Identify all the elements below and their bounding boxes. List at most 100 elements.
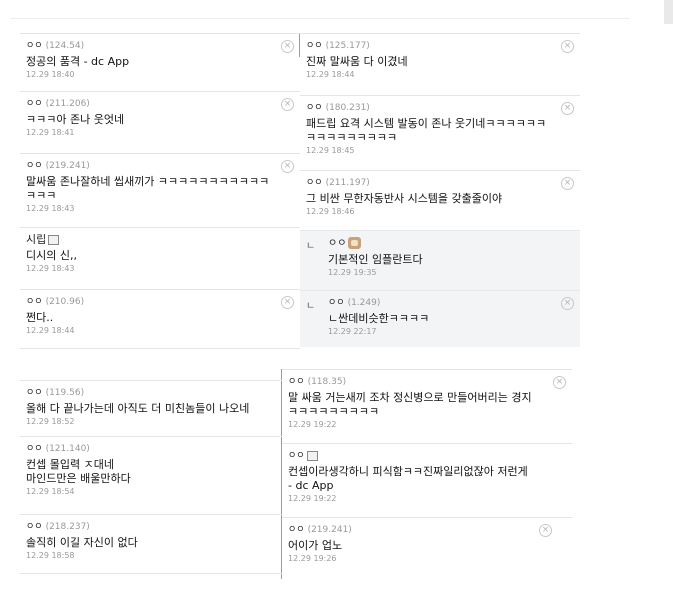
comment-author[interactable]: ㅇㅇ (26, 522, 43, 532)
comment-text: 기본적인 임플란트다 (328, 253, 423, 266)
comment-date: 12.29 18:43 (26, 204, 75, 213)
delete-comment-icon[interactable]: × (281, 160, 294, 173)
comment-text: 말 싸움 거는새끼 조차 정신병으로 만들어버리는 경지 ㅋㅋㅋㅋㅋㅋㅋㅋㅋ (288, 391, 532, 418)
comment-item: ㅇㅇ (219.241) 어이가 업노 12.29 19:26 × (282, 517, 572, 579)
comment-date: 12.29 19:22 (288, 420, 337, 429)
comment-text: 쩐다.. (26, 311, 54, 324)
comment-text: 올해 다 끝나가는데 아직도 더 미친놈들이 나오네 (26, 402, 250, 415)
comment-header: ㅇㅇ (124.54) (26, 40, 292, 52)
comment-ip: (124.54) (45, 41, 85, 51)
comment-text: ㄴ싼데비슷한ㅋㅋㅋㅋ (328, 312, 430, 325)
comment-text: 패드립 요격 시스템 발동이 존나 웃기네ㅋㅋㅋㅋㅋㅋ ㅋㅋㅋㅋㅋㅋㅋㅋㅋ (306, 117, 547, 144)
comment-author[interactable]: ㅇㅇ (306, 41, 323, 51)
comment-text: 정공의 품격 - dc App (26, 55, 130, 68)
comment-header: ㅇㅇ (210.96) (26, 296, 292, 308)
delete-comment-icon[interactable]: × (281, 296, 294, 309)
comment-header: ㅇㅇ (211.206) (26, 98, 292, 110)
comment-author[interactable]: ㅇㅇ (26, 388, 43, 398)
comment-date: 12.29 18:40 (26, 70, 75, 79)
comment-header: ㅇㅇ (328, 237, 572, 250)
reply-item: ㄴ ㅇㅇ (1.249) ㄴ싼데비슷한ㅋㅋㅋㅋ 12.29 22:17 × (300, 290, 580, 347)
reply-item: ㄴ ㅇㅇ 기본적인 임플란트다 12.29 19:35 (300, 230, 580, 290)
comment-author[interactable]: ㅇㅇ (306, 103, 323, 113)
comment-author[interactable]: ㅇㅇ (26, 161, 43, 171)
comment-header: ㅇㅇ (119.56) (26, 387, 274, 399)
comment-ip: (118.35) (307, 377, 347, 387)
comment-ip: (125.177) (325, 41, 370, 51)
comment-text: 진짜 말싸움 다 이겼네 (306, 55, 408, 68)
comment-text: 어이가 업노 (288, 539, 343, 552)
comment-header: ㅇㅇ (1.249) (328, 297, 572, 309)
comment-text: 그 비싼 무한자동반사 시스템을 갖출줄이야 (306, 192, 503, 205)
comment-header: ㅇㅇ (180.231) (306, 102, 572, 114)
comment-text: 디시의 신,, (26, 249, 77, 262)
comment-date: 12.29 18:44 (306, 70, 355, 79)
comment-date: 12.29 18:45 (306, 146, 355, 155)
comment-item: ㅇㅇ (119.56) 올해 다 끝나가는데 아직도 더 미친놈들이 나오네 12… (20, 380, 282, 436)
comment-author[interactable]: 시립 (26, 233, 46, 246)
comment-author[interactable]: ㅇㅇ (288, 451, 305, 461)
comment-item: ㅇㅇ (121.140) 컨셉 몰입력 ㅈ대네 마인드만은 배울만하다 12.29… (20, 436, 282, 514)
top-border (10, 18, 630, 19)
comment-item: ㅇㅇ (180.231) 패드립 요격 시스템 발동이 존나 웃기네ㅋㅋㅋㅋㅋㅋ … (300, 95, 580, 170)
delete-comment-icon[interactable]: × (539, 524, 552, 537)
comment-ip: (211.197) (325, 178, 370, 188)
delete-comment-icon[interactable]: × (561, 297, 574, 310)
comment-author[interactable]: ㅇㅇ (26, 297, 43, 307)
comment-item: 시립 디시의 신,, 12.29 18:43 (20, 227, 300, 289)
comment-author[interactable]: ㅇㅇ (26, 444, 43, 454)
delete-comment-icon[interactable]: × (561, 177, 574, 190)
delete-comment-icon[interactable]: × (561, 40, 574, 53)
comment-author[interactable]: ㅇㅇ (306, 178, 323, 188)
comment-date: 12.29 18:44 (26, 326, 75, 335)
comment-ip: (219.241) (45, 161, 90, 171)
dog-avatar-icon (348, 237, 362, 249)
comment-item: ㅇㅇ (219.241) 말싸움 존나잘하네 씹새끼가 ㅋㅋㅋㅋㅋㅋㅋㅋㅋㅋㅋ ㅋ… (20, 153, 300, 227)
comment-header: ㅇㅇ (218.237) (26, 521, 274, 533)
comment-date: 12.29 19:22 (288, 494, 337, 503)
comment-text: ㅋㅋㅋ아 존나 웃엇네 (26, 113, 125, 126)
comment-header: ㅇㅇ (121.140) (26, 443, 274, 455)
comment-item: ㅇㅇ (211.206) ㅋㅋㅋ아 존나 웃엇네 12.29 18:41 × (20, 91, 300, 153)
comment-author[interactable]: ㅇㅇ (288, 377, 305, 387)
comment-author[interactable]: ㅇㅇ (328, 298, 345, 308)
comment-date: 12.29 18:43 (26, 264, 75, 273)
comment-author[interactable]: ㅇㅇ (288, 525, 305, 535)
comment-date: 12.29 18:58 (26, 551, 75, 560)
comment-header: ㅇㅇ (219.241) (288, 524, 564, 536)
comment-ip: (218.237) (45, 522, 90, 532)
comment-header: ㅇㅇ (211.197) (306, 177, 572, 189)
memo-icon (48, 235, 60, 245)
comment-author[interactable]: ㅇㅇ (328, 238, 346, 249)
comment-item: ㅇㅇ (124.54) 정공의 품격 - dc App 12.29 18:40 × (20, 33, 300, 91)
comment-header: ㅇㅇ (219.241) (26, 160, 292, 172)
comment-header: ㅇㅇ (118.35) (288, 376, 564, 388)
scrollbar[interactable] (664, 0, 673, 24)
reply-arrow-icon: ㄴ (306, 241, 316, 252)
comment-item: ㅇㅇ (211.197) 그 비싼 무한자동반사 시스템을 갖출줄이야 12.29… (300, 170, 580, 230)
delete-comment-icon[interactable]: × (561, 102, 574, 115)
delete-comment-icon[interactable]: × (281, 98, 294, 111)
comment-ip: (119.56) (45, 388, 85, 398)
comment-header: ㅇㅇ (125.177) (306, 40, 572, 52)
delete-comment-icon[interactable]: × (281, 40, 294, 53)
comment-author[interactable]: ㅇㅇ (26, 99, 43, 109)
comment-text: 컨셉 몰입력 ㅈ대네 마인드만은 배울만하다 (26, 458, 131, 485)
comment-item: ㅇㅇ (118.35) 말 싸움 거는새끼 조차 정신병으로 만들어버리는 경지 … (282, 369, 572, 443)
comment-ip: (219.241) (307, 525, 352, 535)
comment-text: 솔직히 이길 자신이 없다 (26, 536, 138, 549)
comment-item: ㅇㅇ (210.96) 쩐다.. 12.29 18:44 × (20, 289, 300, 349)
comment-ip: (211.206) (45, 99, 90, 109)
comment-header: ㅇㅇ (288, 450, 564, 462)
comment-ip: (1.249) (347, 298, 381, 308)
comment-item: ㅇㅇ (218.237) 솔직히 이길 자신이 없다 12.29 18:58 (20, 514, 282, 574)
comment-author[interactable]: ㅇㅇ (26, 41, 43, 51)
delete-comment-icon[interactable]: × (553, 376, 566, 389)
comment-ip: (180.231) (325, 103, 370, 113)
comment-date: 12.29 18:46 (306, 207, 355, 216)
comment-date: 12.29 22:17 (328, 327, 377, 336)
comment-date: 12.29 18:54 (26, 487, 75, 496)
comment-date: 12.29 18:52 (26, 417, 75, 426)
memo-icon (306, 450, 318, 461)
reply-arrow-icon: ㄴ (306, 301, 316, 312)
